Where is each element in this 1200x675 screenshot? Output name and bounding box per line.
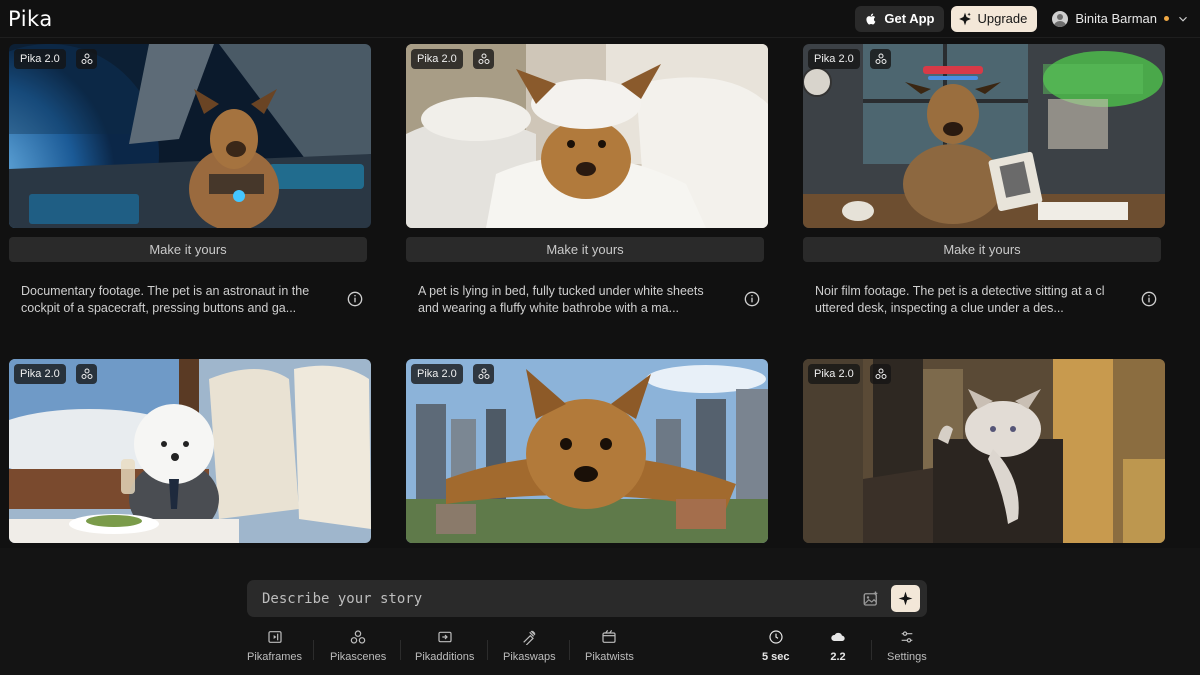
settings-label: Settings: [887, 651, 927, 663]
description-line: and wearing a fluffy white bathrobe with…: [418, 301, 680, 315]
make-it-yours-button[interactable]: Make it yours: [406, 237, 764, 262]
upgrade-label: Upgrade: [977, 11, 1028, 26]
tool-pikaframes[interactable]: Pikaframes: [247, 629, 302, 663]
video-card[interactable]: Pika 2.0 Make it yours Noir film footage…: [803, 44, 1165, 317]
description-line: A pet is lying in bed, fully tucked unde…: [418, 284, 704, 298]
model-version: 2.2: [830, 651, 846, 663]
tool-label: Pikaswaps: [503, 651, 556, 663]
additions-icon: [438, 631, 452, 643]
video-thumbnail[interactable]: Pika 2.0: [9, 359, 371, 543]
tool-pikatwists[interactable]: Pikatwists: [585, 629, 634, 663]
sparkle-icon: [898, 591, 913, 606]
model-badge: Pika 2.0: [411, 49, 463, 69]
description-line: Documentary footage. The pet is an astro…: [21, 284, 310, 298]
description-line: Noir film footage. The pet is a detectiv…: [815, 284, 1105, 298]
duration-selector[interactable]: 5 sec: [762, 629, 790, 663]
tool-pikaswaps[interactable]: Pikaswaps: [503, 629, 556, 663]
video-thumbnail[interactable]: Pika 2.0: [803, 44, 1165, 228]
info-icon[interactable]: [1141, 291, 1157, 307]
top-header: Pika Get App Upgrade Binita Barman: [0, 0, 1200, 38]
model-badge: Pika 2.0: [14, 364, 66, 384]
status-dot: [1164, 16, 1169, 21]
divider: [400, 640, 401, 660]
upgrade-button[interactable]: Upgrade: [951, 5, 1038, 32]
get-app-label: Get App: [884, 11, 935, 26]
make-it-yours-button[interactable]: Make it yours: [803, 237, 1161, 262]
divider: [313, 640, 314, 660]
description-line: cockpit of a spacecraft, pressing button…: [21, 301, 297, 315]
tool-label: Pikaframes: [247, 651, 303, 663]
tool-pikadditions[interactable]: Pikadditions: [415, 629, 474, 663]
description-line: uttered desk, inspecting a clue under a …: [815, 301, 1064, 315]
divider: [487, 640, 488, 660]
twists-icon: [602, 629, 617, 643]
tool-label: Pikatwists: [585, 651, 634, 663]
header-actions: Get App Upgrade Binita Barman: [855, 5, 1190, 32]
user-name: Binita Barman: [1075, 11, 1157, 26]
scenes-icon: [76, 49, 97, 69]
info-icon[interactable]: [744, 291, 760, 307]
sparkle-icon: [959, 12, 972, 25]
story-input[interactable]: [247, 580, 847, 617]
scenes-icon: [473, 49, 494, 69]
video-card[interactable]: Pika 2.0 Make it yours A pet is lying in…: [406, 44, 768, 317]
video-card[interactable]: Pika 2.0: [406, 359, 768, 543]
divider: [871, 640, 872, 660]
make-it-yours-button[interactable]: Make it yours: [9, 237, 367, 262]
scenes-icon: [870, 364, 891, 384]
generate-button[interactable]: [891, 585, 920, 612]
swaps-icon: [523, 630, 536, 645]
scenes-icon: [350, 630, 366, 644]
model-badge: Pika 2.0: [14, 49, 66, 69]
scenes-icon: [76, 364, 97, 384]
pika-logo[interactable]: Pika: [8, 7, 53, 31]
avatar: [1052, 10, 1069, 27]
video-card[interactable]: Pika 2.0: [9, 359, 371, 543]
video-card[interactable]: Pika 2.0 Make it yours Documentary foota…: [9, 44, 371, 317]
card-description: A pet is lying in bed, fully tucked unde…: [406, 283, 768, 317]
video-thumbnail[interactable]: Pika 2.0: [803, 359, 1165, 543]
model-badge: Pika 2.0: [808, 49, 860, 69]
apple-icon: [866, 12, 876, 24]
card-description: Documentary footage. The pet is an astro…: [9, 283, 371, 317]
settings-button[interactable]: Settings: [887, 629, 927, 663]
divider: [569, 640, 570, 660]
frames-icon: [267, 631, 282, 643]
video-thumbnail[interactable]: Pika 2.0: [406, 359, 768, 543]
model-selector[interactable]: 2.2: [830, 629, 846, 663]
duration-value: 5 sec: [762, 651, 790, 663]
user-menu[interactable]: Binita Barman: [1052, 10, 1190, 27]
video-thumbnail[interactable]: Pika 2.0: [9, 44, 371, 228]
chevron-down-icon: [1176, 12, 1190, 26]
add-image-icon[interactable]: [862, 590, 880, 608]
scenes-icon: [870, 49, 891, 69]
model-badge: Pika 2.0: [411, 364, 463, 384]
video-card[interactable]: Pika 2.0: [803, 359, 1165, 543]
tool-pikascenes[interactable]: Pikascenes: [330, 629, 386, 663]
get-app-button[interactable]: Get App: [855, 5, 945, 32]
scenes-icon: [473, 364, 494, 384]
tool-label: Pikadditions: [415, 651, 475, 663]
video-thumbnail[interactable]: Pika 2.0: [406, 44, 768, 228]
card-description: Noir film footage. The pet is a detectiv…: [803, 283, 1165, 317]
prompt-box: [247, 580, 927, 617]
tool-label: Pikascenes: [330, 651, 387, 663]
info-icon[interactable]: [347, 291, 363, 307]
model-badge: Pika 2.0: [808, 364, 860, 384]
cloud-icon: [831, 632, 845, 641]
sliders-icon: [901, 631, 913, 643]
clock-icon: [769, 630, 783, 644]
